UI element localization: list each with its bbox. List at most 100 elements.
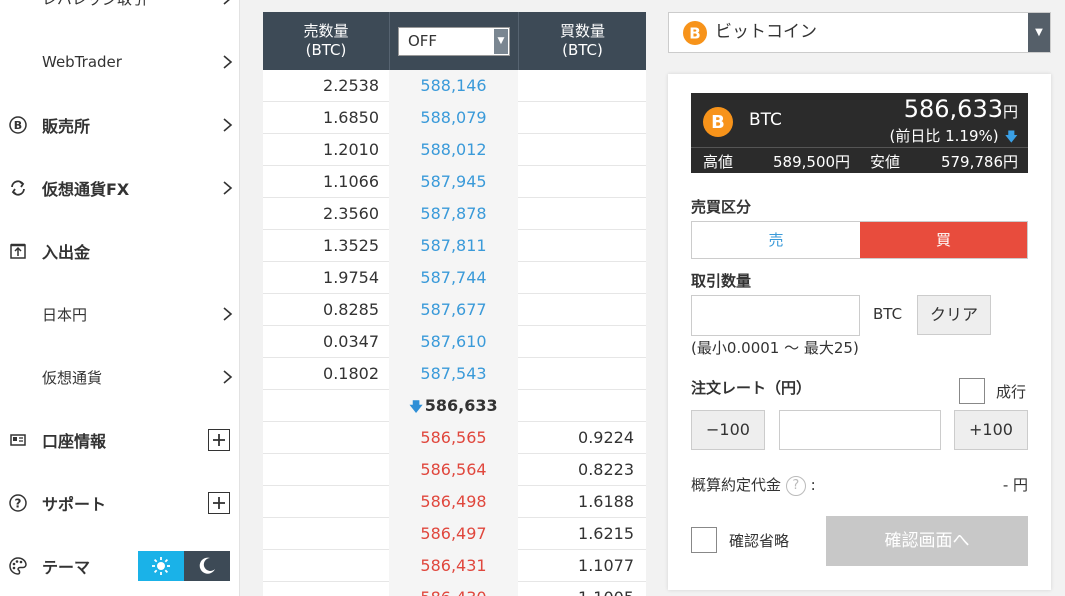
ask-qty bbox=[263, 518, 389, 550]
estimate-label: 概算約定代金 bbox=[691, 476, 782, 494]
chevron-right-icon bbox=[223, 370, 233, 384]
sidebar-item-exchange[interactable]: B 販売所 bbox=[0, 105, 239, 145]
bid-qty bbox=[518, 294, 646, 326]
ask-price[interactable]: 588,012 bbox=[389, 134, 518, 166]
ask-row[interactable]: 2.3560 587,878 bbox=[263, 198, 646, 230]
ticker-price-value: 586,633 bbox=[903, 95, 1003, 123]
clear-button[interactable]: クリア bbox=[917, 295, 991, 335]
market-order-label: 成行 bbox=[996, 383, 1027, 401]
bid-price[interactable]: 586,431 bbox=[389, 550, 518, 582]
ask-price[interactable]: 587,744 bbox=[389, 262, 518, 294]
bid-row[interactable]: 586,564 0.8223 bbox=[263, 454, 646, 486]
sun-icon[interactable] bbox=[138, 551, 184, 581]
expand-plus-icon[interactable] bbox=[208, 492, 230, 514]
bid-price[interactable]: 586,498 bbox=[389, 486, 518, 518]
bid-qty bbox=[518, 134, 646, 166]
ask-price[interactable]: 587,945 bbox=[389, 166, 518, 198]
sidebar-item-account[interactable]: 口座情報 bbox=[0, 420, 239, 460]
order-panel: B BTC 586,633円 (前日比 1.19%) 🡇 高値 589,500円 … bbox=[668, 74, 1051, 590]
bid-row[interactable]: 586,497 1.6215 bbox=[263, 518, 646, 550]
skip-confirm-checkbox[interactable] bbox=[691, 527, 717, 553]
chevron-right-icon bbox=[223, 118, 233, 132]
bid-row[interactable]: 586,431 1.1077 bbox=[263, 550, 646, 582]
ask-qty bbox=[263, 582, 389, 596]
bid-qty bbox=[518, 262, 646, 294]
theme-toggle[interactable] bbox=[138, 551, 230, 581]
chevron-right-icon bbox=[223, 55, 233, 69]
estimate-colon: : bbox=[810, 476, 816, 494]
ask-price[interactable]: 588,146 bbox=[389, 70, 518, 102]
ask-qty-header-unit: (BTC) bbox=[305, 41, 347, 59]
ask-row[interactable]: 1.2010 588,012 bbox=[263, 134, 646, 166]
qty-unit: BTC bbox=[873, 305, 903, 323]
qty-label: 取引数量 bbox=[691, 272, 752, 290]
chevron-down-icon: ▼ bbox=[494, 29, 508, 54]
sidebar-item-crypto[interactable]: 仮想通貨 bbox=[0, 357, 239, 397]
ask-qty: 0.1802 bbox=[323, 364, 379, 383]
sidebar-item-label: 販売所 bbox=[42, 117, 91, 136]
ask-row[interactable]: 2.2538 588,146 bbox=[263, 70, 646, 102]
chevron-down-icon: ▼ bbox=[1028, 13, 1050, 52]
sell-button[interactable]: 売 bbox=[692, 222, 860, 258]
buy-button[interactable]: 買 bbox=[860, 222, 1027, 258]
bid-row[interactable]: 586,565 0.9224 bbox=[263, 422, 646, 454]
palette-icon bbox=[8, 556, 28, 576]
high-value: 589,500円 bbox=[773, 153, 851, 171]
ask-row[interactable]: 1.1066 587,945 bbox=[263, 166, 646, 198]
rate-minus-button[interactable]: −100 bbox=[691, 410, 765, 450]
high-label: 高値 bbox=[703, 153, 734, 171]
bid-qty: 1.1005 bbox=[518, 582, 646, 596]
bid-qty bbox=[518, 102, 646, 134]
sidebar-item-crypto-fx[interactable]: 仮想通貨FX bbox=[0, 168, 239, 208]
sidebar-item-webtrader[interactable]: WebTrader bbox=[0, 42, 239, 82]
price-grouping-select[interactable]: OFF ▼ bbox=[398, 27, 510, 56]
sidebar-item-support[interactable]: ? サポート bbox=[0, 483, 239, 523]
last-price: 🡇 586,633 bbox=[389, 390, 518, 422]
bid-price[interactable]: 586,565 bbox=[389, 422, 518, 454]
bid-price[interactable]: 586,564 bbox=[389, 454, 518, 486]
qty-input[interactable] bbox=[691, 295, 860, 336]
ask-row[interactable]: 0.1802 587,543 bbox=[263, 358, 646, 390]
ask-price[interactable]: 587,811 bbox=[389, 230, 518, 262]
ask-row[interactable]: 1.6850 588,079 bbox=[263, 102, 646, 134]
bid-qty: 1.6215 bbox=[578, 524, 634, 543]
ask-price[interactable]: 587,677 bbox=[389, 294, 518, 326]
ask-price[interactable]: 587,878 bbox=[389, 198, 518, 230]
ask-price[interactable]: 587,610 bbox=[389, 326, 518, 358]
ask-row[interactable]: 0.8285 587,677 bbox=[263, 294, 646, 326]
ask-price[interactable]: 587,543 bbox=[389, 358, 518, 390]
rate-plus-button[interactable]: +100 bbox=[954, 410, 1028, 450]
ask-qty bbox=[263, 454, 389, 486]
sidebar-item-label: 日本円 bbox=[42, 305, 88, 324]
ask-row[interactable]: 1.9754 587,744 bbox=[263, 262, 646, 294]
bid-qty: 0.8223 bbox=[578, 460, 634, 479]
bid-row[interactable]: 586,498 1.6188 bbox=[263, 486, 646, 518]
bid-qty: 0.9224 bbox=[578, 428, 634, 447]
svg-text:B: B bbox=[711, 112, 725, 133]
bid-qty bbox=[518, 198, 646, 230]
ask-qty: 1.2010 bbox=[323, 140, 379, 159]
sidebar-item-jpy[interactable]: 日本円 bbox=[0, 294, 239, 334]
moon-icon[interactable] bbox=[184, 551, 230, 581]
sidebar-item-leverage[interactable]: レバレッジ取引 bbox=[0, 0, 239, 18]
rate-input[interactable] bbox=[779, 410, 941, 450]
ask-row[interactable]: 1.3525 587,811 bbox=[263, 230, 646, 262]
market-order-checkbox[interactable] bbox=[959, 378, 985, 404]
bid-price[interactable]: 586,497 bbox=[389, 518, 518, 550]
ask-row[interactable]: 0.0347 587,610 bbox=[263, 326, 646, 358]
sidebar-item-label: 仮想通貨 bbox=[42, 368, 103, 387]
low-label: 安値 bbox=[870, 153, 901, 171]
side-toggle: 売 買 bbox=[691, 221, 1028, 259]
coin-select[interactable]: B ビットコイン ▼ bbox=[668, 12, 1051, 53]
bid-price[interactable]: 586,430 bbox=[389, 582, 518, 596]
bid-row[interactable]: 586,4301.1005 bbox=[263, 582, 646, 596]
chevron-right-icon bbox=[223, 181, 233, 195]
qty-range-note: (最小0.0001 〜 最大25) bbox=[691, 339, 859, 357]
ticker-divider bbox=[691, 147, 1028, 148]
help-circle-icon[interactable]: ? bbox=[785, 475, 806, 496]
expand-plus-icon[interactable] bbox=[208, 429, 230, 451]
bitcoin-icon: B bbox=[683, 21, 707, 49]
ask-price[interactable]: 588,079 bbox=[389, 102, 518, 134]
ask-qty: 2.2538 bbox=[323, 76, 379, 95]
confirm-button[interactable]: 確認画面へ bbox=[826, 516, 1028, 566]
